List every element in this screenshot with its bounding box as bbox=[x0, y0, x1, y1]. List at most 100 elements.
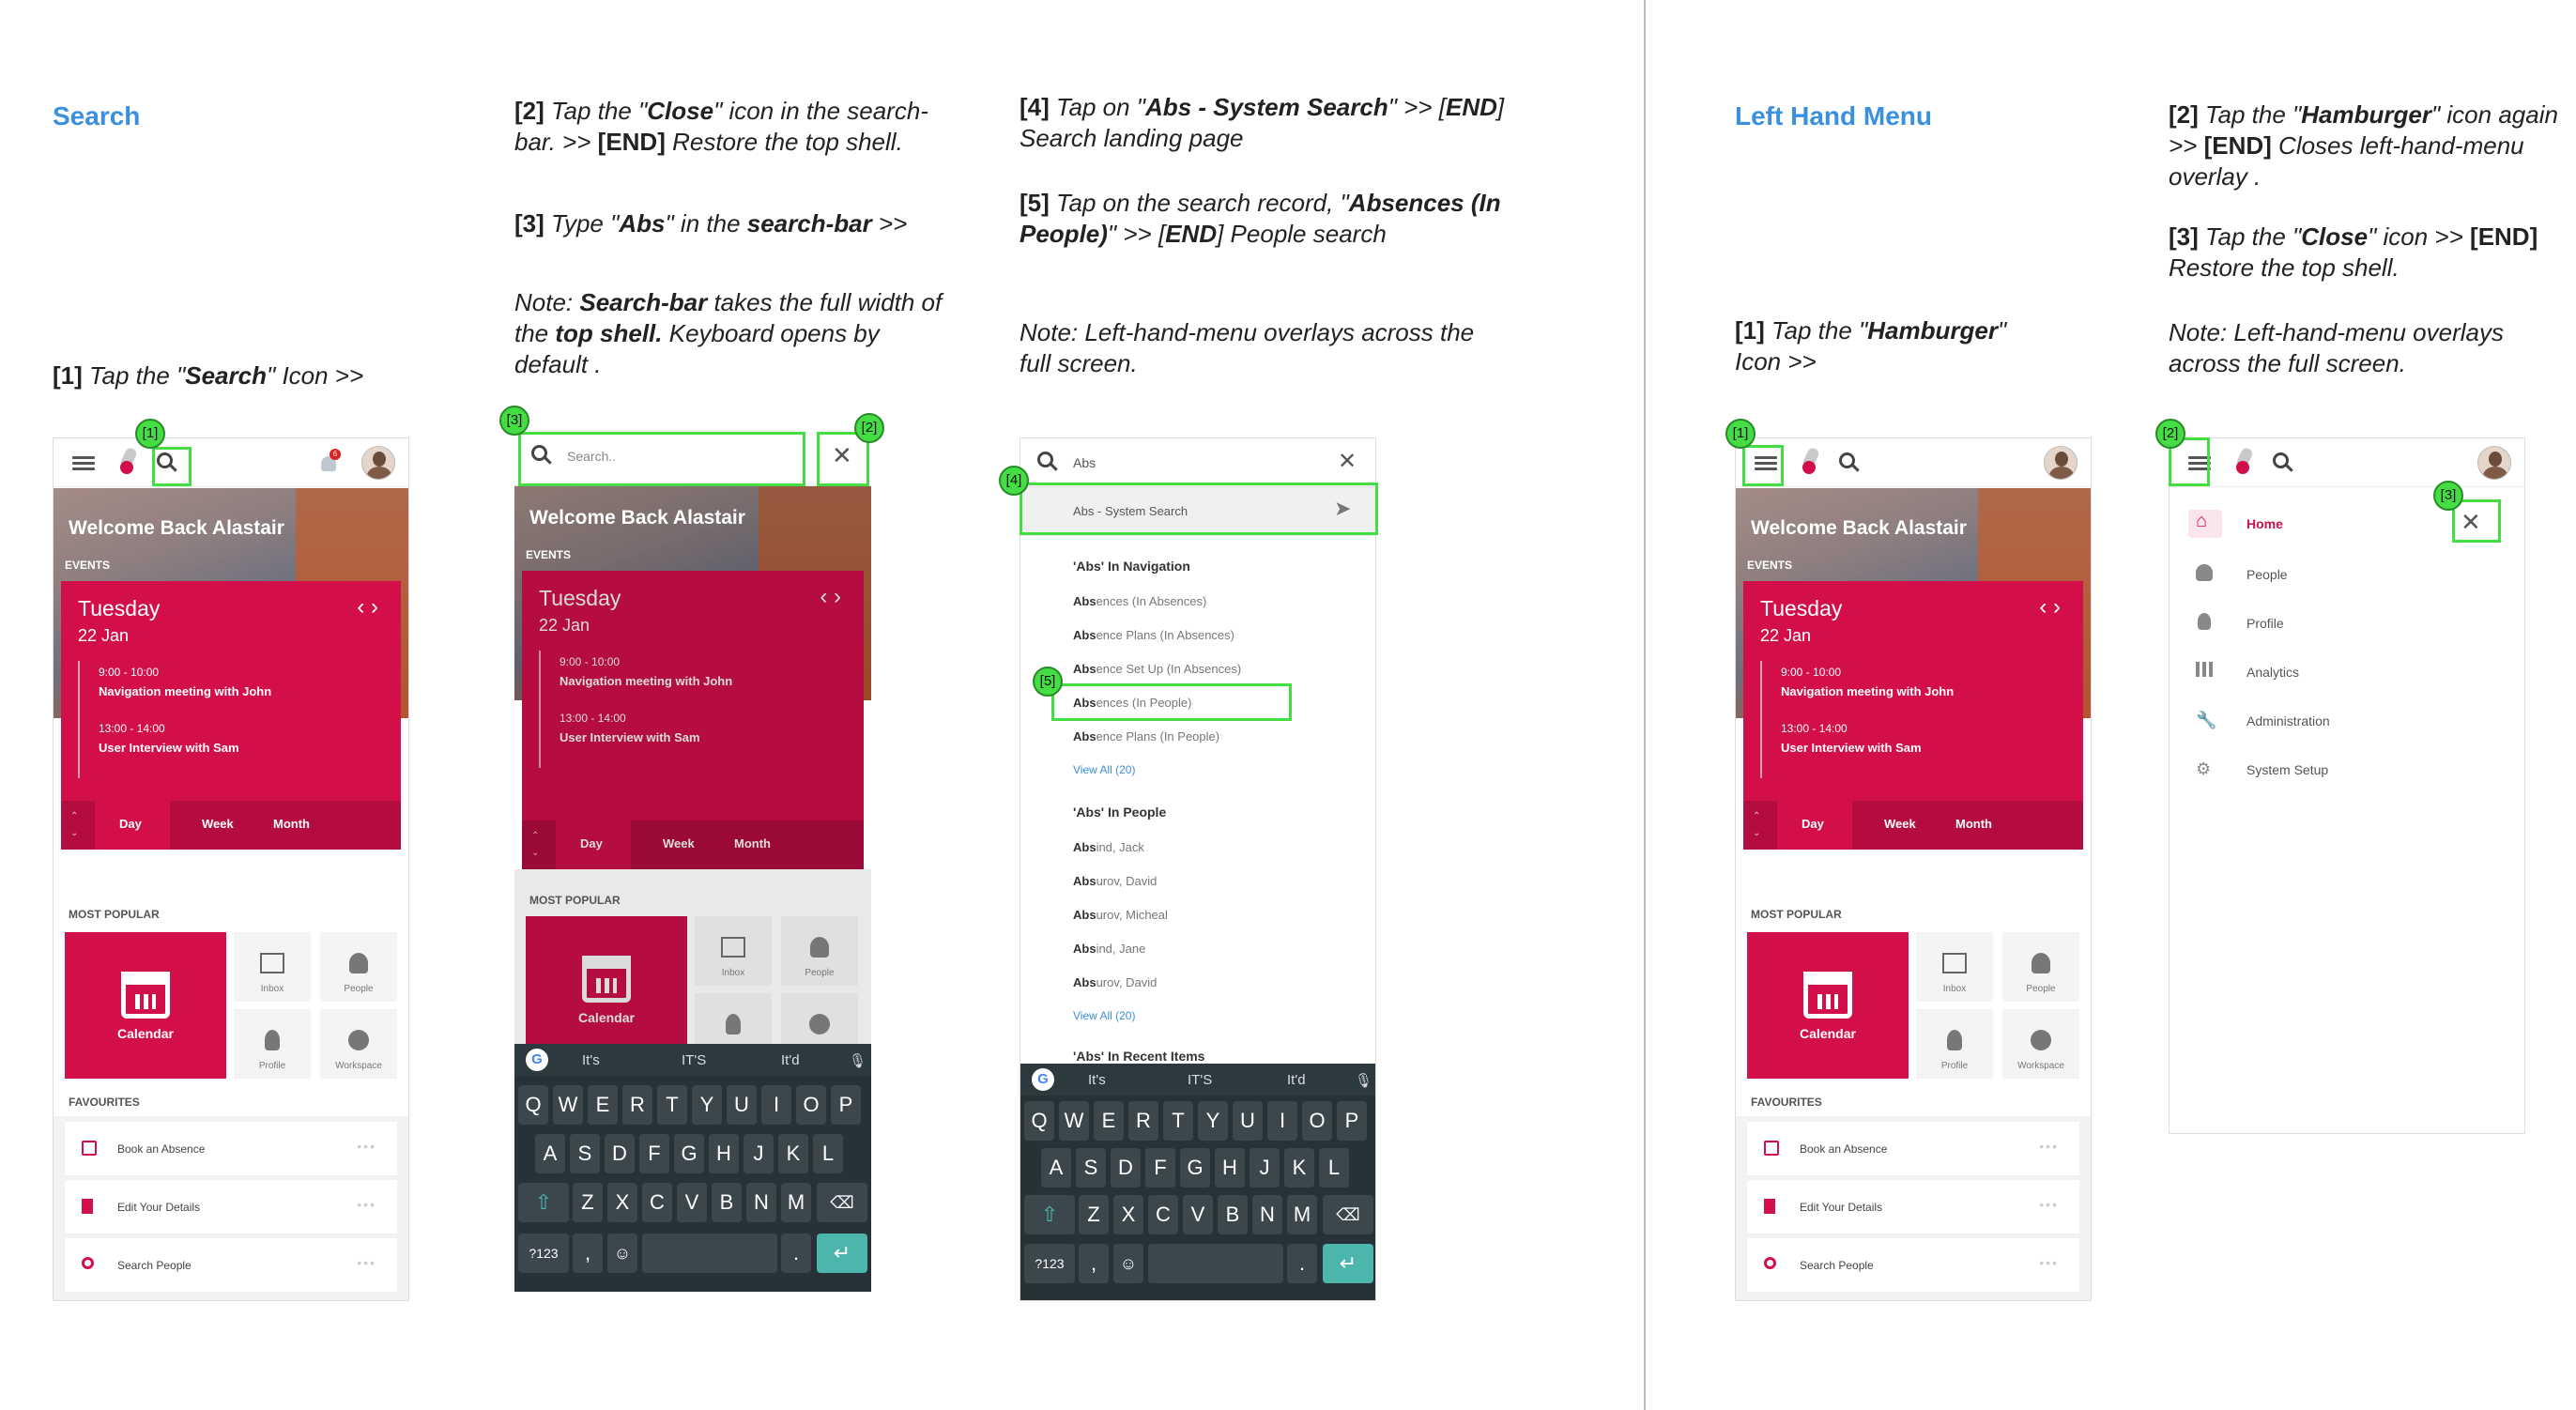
key[interactable]: I bbox=[761, 1085, 791, 1125]
fav-book-absence[interactable]: Book an Absence ••• bbox=[1747, 1122, 2079, 1176]
period-key[interactable]: . bbox=[781, 1234, 811, 1273]
avatar[interactable] bbox=[2044, 446, 2078, 480]
avatar[interactable] bbox=[361, 446, 395, 480]
key[interactable]: U bbox=[727, 1085, 757, 1125]
tab-month[interactable]: Month bbox=[273, 817, 310, 831]
more-icon[interactable]: ••• bbox=[357, 1197, 376, 1212]
tab-week[interactable]: Week bbox=[1884, 817, 1916, 831]
more-icon[interactable]: ••• bbox=[357, 1139, 376, 1154]
backspace-key[interactable]: ⌫ bbox=[1323, 1195, 1373, 1234]
key[interactable]: V bbox=[677, 1183, 707, 1222]
fav-edit-details[interactable]: Edit Your Details ••• bbox=[65, 1180, 397, 1234]
key[interactable]: Q bbox=[518, 1085, 548, 1125]
close-icon[interactable]: ✕ bbox=[1338, 448, 1357, 475]
emoji-key[interactable]: ☺ bbox=[607, 1234, 637, 1273]
nav-result[interactable]: Absence Set Up (In Absences) bbox=[1073, 662, 1241, 676]
menu-item-analytics[interactable]: Analytics bbox=[2188, 654, 2506, 692]
key[interactable]: B bbox=[712, 1183, 742, 1222]
people-tile[interactable]: People bbox=[2002, 932, 2079, 1002]
key[interactable]: J bbox=[744, 1134, 774, 1173]
key[interactable]: Z bbox=[573, 1183, 603, 1222]
date-nav-arrows[interactable]: ‹ › bbox=[2039, 594, 2061, 621]
comma-key[interactable]: , bbox=[573, 1234, 603, 1273]
tab-day[interactable]: Day bbox=[1802, 817, 1824, 831]
inbox-tile[interactable]: Inbox bbox=[1916, 932, 1993, 1002]
date-nav-arrows[interactable]: ‹ › bbox=[357, 594, 378, 621]
search-icon[interactable] bbox=[2273, 452, 2293, 473]
symbols-key[interactable]: ?123 bbox=[518, 1234, 569, 1273]
key[interactable]: N bbox=[746, 1183, 776, 1222]
key[interactable]: F bbox=[639, 1134, 669, 1173]
key[interactable]: P bbox=[831, 1085, 861, 1125]
tab-day[interactable]: Day bbox=[119, 817, 142, 831]
key[interactable]: O bbox=[796, 1085, 826, 1125]
nav-result[interactable]: Absence Plans (In People) bbox=[1073, 729, 1219, 743]
tab-week[interactable]: Week bbox=[202, 817, 234, 831]
symbols-key[interactable]: ?123 bbox=[1024, 1244, 1075, 1283]
people-tile[interactable]: People bbox=[320, 932, 397, 1002]
key[interactable]: A bbox=[535, 1134, 565, 1173]
enter-key[interactable]: ↵ bbox=[817, 1234, 867, 1273]
hamburger-icon[interactable] bbox=[72, 453, 95, 472]
key[interactable]: M bbox=[781, 1183, 811, 1222]
comma-key[interactable]: , bbox=[1079, 1244, 1109, 1283]
nav-result[interactable]: Absences (In Absences) bbox=[1073, 594, 1206, 608]
workspace-tile[interactable]: Workspace bbox=[320, 1009, 397, 1079]
profile-tile[interactable]: Profile bbox=[234, 1009, 311, 1079]
shift-key[interactable]: ⇧ bbox=[518, 1183, 569, 1222]
microphone-icon[interactable]: 🎙 bbox=[1355, 1072, 1372, 1089]
fav-edit-details[interactable]: Edit Your Details ••• bbox=[1747, 1180, 2079, 1234]
event-1-title[interactable]: Navigation meeting with John bbox=[99, 684, 271, 698]
menu-item-administration[interactable]: 🔧 Administration bbox=[2188, 703, 2506, 741]
key[interactable]: L bbox=[813, 1134, 843, 1173]
calendar-tile[interactable]: Calendar bbox=[65, 932, 226, 1079]
space-key[interactable] bbox=[1148, 1244, 1283, 1283]
menu-item-system-setup[interactable]: ⚙ System Setup bbox=[2188, 752, 2506, 789]
backspace-key[interactable]: ⌫ bbox=[817, 1183, 867, 1222]
search-input[interactable]: Abs bbox=[1073, 455, 1096, 470]
people-result[interactable]: Absind, Jane bbox=[1073, 942, 1145, 956]
key[interactable]: T bbox=[657, 1085, 687, 1125]
view-all-link[interactable]: View All (20) bbox=[1073, 1009, 1135, 1022]
inbox-tile[interactable]: Inbox bbox=[234, 932, 311, 1002]
event-2-time: 13:00 - 14:00 bbox=[99, 722, 165, 735]
tab-month[interactable]: Month bbox=[1955, 817, 1992, 831]
avatar[interactable] bbox=[2477, 446, 2511, 480]
key[interactable]: D bbox=[605, 1134, 635, 1173]
shift-key[interactable]: ⇧ bbox=[1024, 1195, 1075, 1234]
key[interactable]: Y bbox=[692, 1085, 722, 1125]
key[interactable]: C bbox=[642, 1183, 672, 1222]
key[interactable]: R bbox=[622, 1085, 652, 1125]
key[interactable]: X bbox=[607, 1183, 637, 1222]
people-result[interactable]: Absind, Jack bbox=[1073, 840, 1144, 854]
view-tabs: ⌃ ⌄ Day Week Month bbox=[61, 801, 401, 850]
key[interactable]: E bbox=[588, 1085, 618, 1125]
fav-book-absence[interactable]: Book an Absence ••• bbox=[65, 1122, 397, 1176]
enter-key[interactable]: ↵ bbox=[1323, 1244, 1373, 1283]
people-result[interactable]: Absurov, David bbox=[1073, 975, 1157, 989]
profile-tile[interactable]: Profile bbox=[1916, 1009, 1993, 1079]
notification-bell-icon[interactable]: 6 bbox=[318, 449, 341, 475]
key[interactable]: H bbox=[709, 1134, 739, 1173]
microphone-icon[interactable]: 🎙 bbox=[849, 1052, 866, 1069]
emoji-key[interactable]: ☺ bbox=[1113, 1244, 1143, 1283]
more-icon[interactable]: ••• bbox=[357, 1255, 376, 1270]
workspace-tile[interactable]: Workspace bbox=[2002, 1009, 2079, 1079]
period-key[interactable]: . bbox=[1287, 1244, 1317, 1283]
space-key[interactable] bbox=[642, 1234, 777, 1273]
view-all-link[interactable]: View All (20) bbox=[1073, 763, 1135, 776]
key[interactable]: G bbox=[674, 1134, 704, 1173]
menu-item-people[interactable]: People bbox=[2188, 557, 2506, 594]
calendar-tile[interactable]: Calendar bbox=[1747, 932, 1909, 1079]
fav-search-people[interactable]: Search People ••• bbox=[65, 1238, 397, 1293]
people-result[interactable]: Absurov, Micheal bbox=[1073, 908, 1168, 922]
key[interactable]: K bbox=[778, 1134, 808, 1173]
search-icon[interactable] bbox=[1839, 452, 1860, 473]
people-result[interactable]: Absurov, David bbox=[1073, 874, 1157, 888]
nav-result[interactable]: Absence Plans (In Absences) bbox=[1073, 628, 1234, 642]
event-2-title[interactable]: User Interview with Sam bbox=[99, 741, 239, 755]
fav-search-people[interactable]: Search People ••• bbox=[1747, 1238, 2079, 1293]
key[interactable]: W bbox=[553, 1085, 583, 1125]
menu-item-profile[interactable]: Profile bbox=[2188, 605, 2506, 643]
key[interactable]: S bbox=[570, 1134, 600, 1173]
